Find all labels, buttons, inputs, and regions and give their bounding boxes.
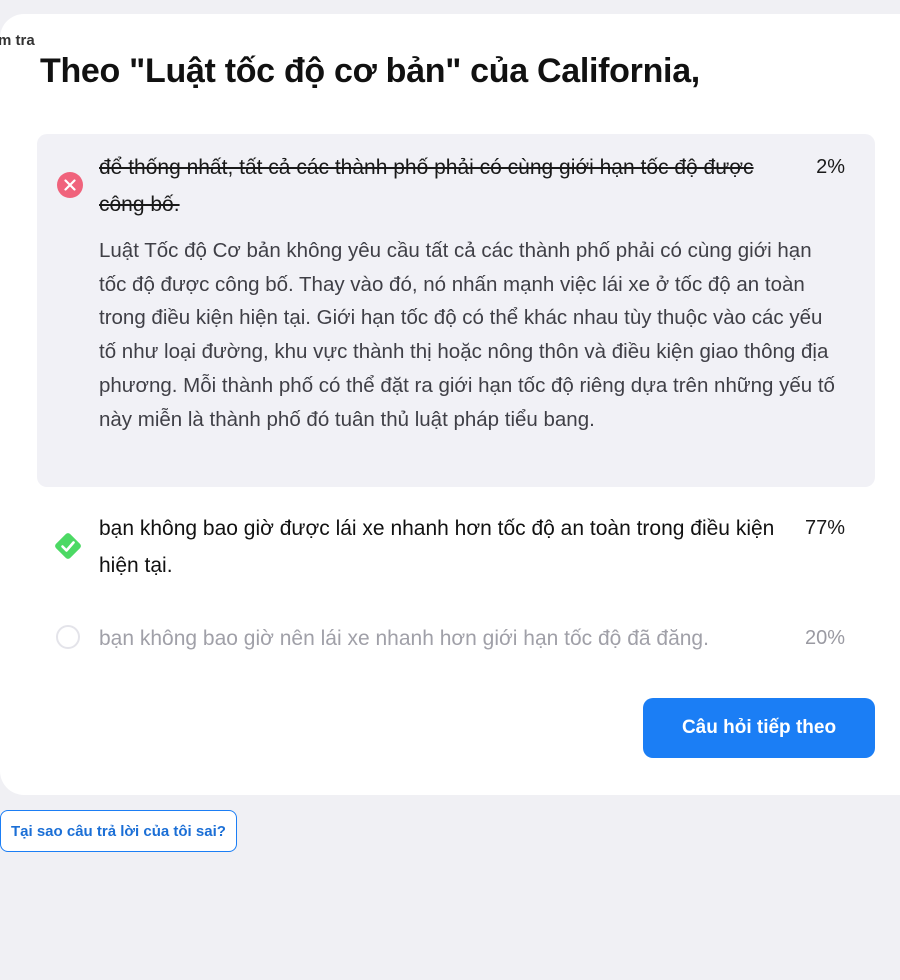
why-wrong-button[interactable]: Tại sao câu trả lời của tôi sai? [0, 810, 237, 852]
answer-explanation: Luật Tốc độ Cơ bản không yêu cầu tất cả … [99, 239, 835, 431]
answer-option-text[interactable]: bạn không bao giờ được lái xe nhanh hơn … [99, 510, 789, 584]
next-question-button[interactable]: Câu hỏi tiếp theo [643, 698, 875, 758]
answer-option-text: để thống nhất, tất cả các thành phố phải… [99, 156, 754, 216]
question-title: Theo "Luật tốc độ cơ bản" của California… [40, 52, 700, 90]
answer-percent: 77% [804, 517, 845, 539]
radio-circle-icon[interactable] [56, 625, 80, 649]
answer-percent: 20% [804, 627, 845, 649]
check-diamond-icon [52, 530, 84, 562]
x-circle-icon [57, 172, 83, 198]
answer-option-text[interactable]: bạn không bao giờ nên lái xe nhanh hơn g… [99, 620, 789, 657]
answer-percent: 2% [816, 156, 845, 178]
test-tag-label: m tra [0, 32, 35, 49]
